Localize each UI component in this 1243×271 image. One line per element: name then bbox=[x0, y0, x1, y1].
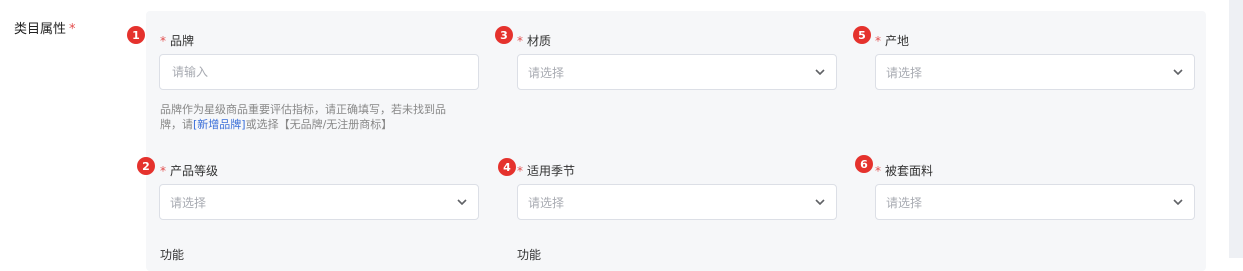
material-select[interactable]: 请选择 bbox=[517, 54, 837, 90]
step-badge-2: 2 bbox=[137, 157, 155, 175]
brand-hint-line2: 牌，请[新增品牌]或选择【无品牌/无注册商标】 bbox=[160, 117, 490, 132]
material-label: * 材质 bbox=[517, 32, 551, 49]
chevron-down-icon bbox=[1172, 196, 1184, 208]
fabric-label-text: 被套面料 bbox=[885, 164, 934, 178]
fabric-select[interactable]: 请选择 bbox=[875, 184, 1195, 220]
attributes-panel bbox=[146, 11, 1206, 271]
chevron-down-icon bbox=[456, 196, 468, 208]
add-brand-link[interactable]: [新增品牌] bbox=[193, 118, 246, 131]
required-mark: * bbox=[69, 22, 76, 37]
grade-select-placeholder: 请选择 bbox=[170, 195, 207, 210]
season-select[interactable]: 请选择 bbox=[517, 184, 837, 220]
step-badge-1: 1 bbox=[127, 26, 145, 44]
function-label-2: 功能 bbox=[517, 248, 542, 262]
material-select-placeholder: 请选择 bbox=[528, 65, 565, 80]
brand-label-text: 品牌 bbox=[170, 34, 195, 48]
chevron-down-icon bbox=[814, 66, 826, 78]
brand-hint-prefix: 牌，请 bbox=[160, 118, 193, 131]
chevron-down-icon bbox=[814, 196, 826, 208]
season-label-text: 适用季节 bbox=[527, 164, 576, 178]
origin-select-placeholder: 请选择 bbox=[886, 65, 923, 80]
step-badge-6: 6 bbox=[855, 155, 873, 173]
season-select-placeholder: 请选择 bbox=[528, 195, 565, 210]
origin-select[interactable]: 请选择 bbox=[875, 54, 1195, 90]
required-star: * bbox=[517, 164, 523, 178]
step-badge-5: 5 bbox=[853, 26, 871, 44]
required-star: * bbox=[875, 164, 881, 178]
origin-label: * 产地 bbox=[875, 32, 909, 49]
brand-hint-suffix: 或选择【无品牌/无注册商标】 bbox=[245, 118, 393, 131]
brand-hint: 品牌作为星级商品重要评估指标，请正确填写，若未找到品 牌，请[新增品牌]或选择【… bbox=[160, 102, 490, 132]
section-label: 类目属性 * bbox=[14, 18, 76, 37]
material-label-text: 材质 bbox=[527, 34, 552, 48]
brand-hint-line1: 品牌作为星级商品重要评估指标，请正确填写，若未找到品 bbox=[160, 103, 446, 116]
brand-label: * 品牌 bbox=[160, 32, 194, 49]
required-star: * bbox=[160, 34, 166, 48]
function-label-1: 功能 bbox=[160, 248, 185, 262]
chevron-down-icon bbox=[1172, 66, 1184, 78]
brand-input-box[interactable] bbox=[159, 54, 479, 90]
required-star: * bbox=[875, 34, 881, 48]
grade-label-text: 产品等级 bbox=[170, 164, 219, 178]
brand-input[interactable] bbox=[170, 64, 468, 80]
step-badge-3: 3 bbox=[495, 26, 513, 44]
season-label: * 适用季节 bbox=[517, 162, 575, 179]
grade-select[interactable]: 请选择 bbox=[159, 184, 479, 220]
step-badge-4: 4 bbox=[498, 158, 516, 176]
required-star: * bbox=[160, 164, 166, 178]
fabric-select-placeholder: 请选择 bbox=[886, 195, 923, 210]
required-star: * bbox=[517, 34, 523, 48]
origin-label-text: 产地 bbox=[885, 34, 910, 48]
scrollbar-track[interactable] bbox=[1229, 0, 1243, 258]
grade-label: * 产品等级 bbox=[160, 162, 218, 179]
section-label-text: 类目属性 bbox=[14, 22, 67, 37]
fabric-label: * 被套面料 bbox=[875, 162, 933, 179]
